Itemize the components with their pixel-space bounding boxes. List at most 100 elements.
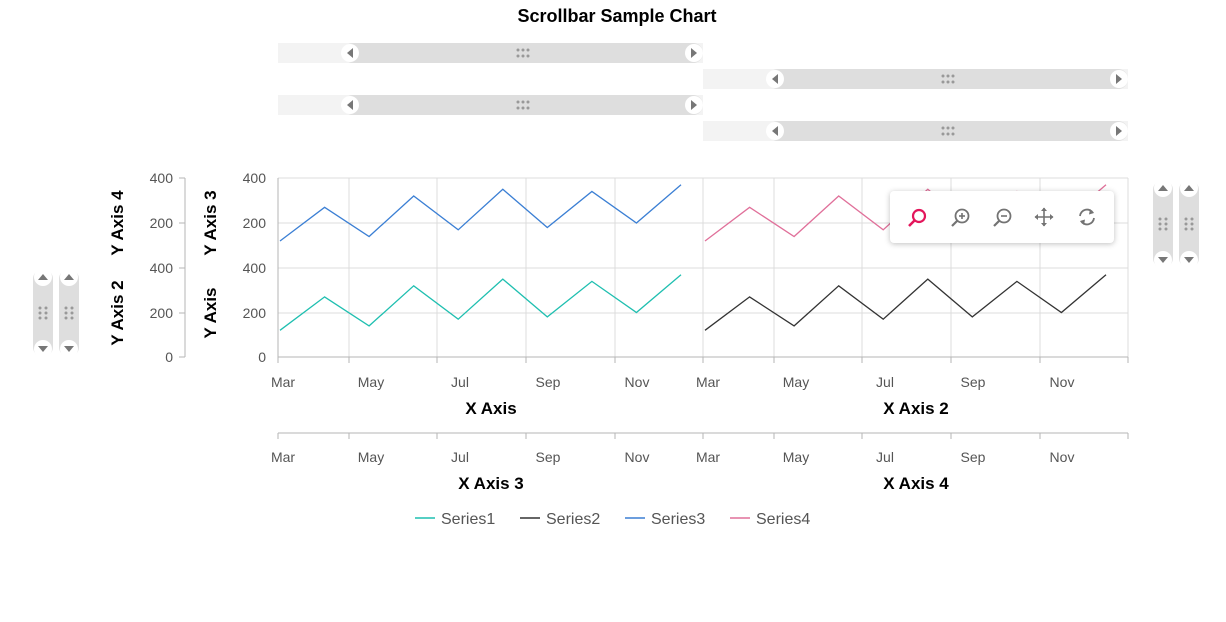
x-axis-3-tick-label: Nov: [625, 449, 650, 465]
scrollbar-thumb[interactable]: [768, 121, 1128, 141]
scrollbar-y-axis-2[interactable]: [33, 268, 53, 358]
scrollbar-x-axis[interactable]: [278, 95, 703, 115]
x-axis-tick-label: May: [358, 374, 384, 390]
grip-dot: [70, 316, 74, 320]
grip-dot: [526, 100, 530, 104]
x-axis-title: X Axis: [465, 399, 516, 418]
y-axis-title: Y Axis: [201, 287, 220, 338]
y-axis-3-tick-label: 200: [243, 215, 267, 231]
x-axis-4-tick-label: Sep: [961, 449, 986, 465]
grip-dot: [526, 54, 530, 58]
grip-dot: [946, 126, 950, 130]
y-axis-4-title: Y Axis 4: [108, 190, 127, 256]
grip-dot: [1158, 217, 1162, 221]
x-axis-tick-label: Jul: [451, 374, 469, 390]
grip-dot: [1164, 227, 1168, 231]
grip-dot: [1190, 222, 1194, 226]
scrollbar-x-axis-3[interactable]: [278, 43, 703, 63]
y-axis-2-tick-label: 0: [165, 349, 173, 365]
grip-dot: [941, 126, 945, 130]
scrollbar-y-axis[interactable]: [59, 268, 79, 358]
y-axis-tick-label: 200: [243, 305, 267, 321]
grip-dot: [516, 106, 520, 110]
x-axis-4-tick-label: May: [783, 449, 809, 465]
grip-dot: [521, 106, 525, 110]
grip-dot: [516, 54, 520, 58]
scrollbar-x-axis-4[interactable]: [703, 69, 1128, 89]
zoom-in-icon[interactable]: [943, 200, 977, 234]
y-axis-2-tick-label: 200: [150, 305, 174, 321]
x-axis-3-tick-label: Mar: [271, 449, 295, 465]
legend-item-series3[interactable]: Series3: [625, 511, 705, 528]
grip-dot: [1164, 217, 1168, 221]
grip-dot: [951, 80, 955, 84]
grip-dot: [1184, 217, 1188, 221]
scrollbar-x-axis-2[interactable]: [703, 121, 1128, 141]
y-axis-3-tick-label: 400: [243, 170, 267, 186]
grip-dot: [526, 106, 530, 110]
x-axis-2-tick-label: Sep: [961, 374, 986, 390]
series-line-series1: [279, 274, 682, 331]
legend-item-series4[interactable]: Series4: [730, 511, 810, 528]
grip-dot: [946, 132, 950, 136]
x-axis-3-title: X Axis 3: [458, 474, 524, 493]
scrollbar-thumb[interactable]: [768, 69, 1128, 89]
grip-dot: [38, 306, 42, 310]
x-axis-2-tick-label: Jul: [876, 374, 894, 390]
grip-dot: [44, 306, 48, 310]
scrollbar-thumb[interactable]: [343, 43, 703, 63]
y-axis-3-title: Y Axis 3: [201, 190, 220, 255]
grip-dot: [946, 80, 950, 84]
grip-dot: [1184, 222, 1188, 226]
legend[interactable]: Series1 Series2 Series3 Series4: [415, 511, 810, 528]
reset-icon[interactable]: [1070, 200, 1104, 234]
grip-dot: [521, 100, 525, 104]
grip-dot: [526, 48, 530, 52]
x-axis-3-tick-label: Jul: [451, 449, 469, 465]
legend-item-series1[interactable]: Series1: [415, 511, 495, 528]
scrollbar-y-axis-4[interactable]: [1153, 179, 1173, 269]
scrollbar-thumb[interactable]: [343, 95, 703, 115]
legend-label: Series1: [441, 511, 495, 528]
grip-dot: [941, 132, 945, 136]
scrollbar-y-axis-3[interactable]: [1179, 179, 1199, 269]
grip-dot: [516, 100, 520, 104]
y-axis-tick-label: 400: [243, 260, 267, 276]
series-line-series2: [704, 274, 1107, 331]
grip-dot: [64, 306, 68, 310]
legend-label: Series2: [546, 511, 600, 528]
grip-dot: [1190, 227, 1194, 231]
grip-dot: [521, 48, 525, 52]
x-axis-tick-label: Sep: [536, 374, 561, 390]
y-axis-tick-label: 0: [258, 349, 266, 365]
legend-item-series2[interactable]: Series2: [520, 511, 600, 528]
grip-dot: [1158, 227, 1162, 231]
zoom-icon[interactable]: [900, 200, 934, 234]
y-axis-2-title: Y Axis 2: [108, 280, 127, 345]
grip-dot: [38, 311, 42, 315]
grip-dot: [951, 126, 955, 130]
pan-icon[interactable]: [1027, 200, 1061, 234]
x-axis-tick-label: Mar: [271, 374, 295, 390]
grip-dot: [64, 311, 68, 315]
grip-dot: [70, 311, 74, 315]
grip-dot: [951, 74, 955, 78]
grip-dot: [44, 316, 48, 320]
x-axis-tick-label: Nov: [625, 374, 650, 390]
x-axis-2-tick-label: Nov: [1050, 374, 1075, 390]
zoom-toolbar: [890, 191, 1114, 243]
x-axis-4-tick-label: Jul: [876, 449, 894, 465]
y-axis-2-tick-label: 400: [150, 260, 174, 276]
x-axis-3-tick-label: Sep: [536, 449, 561, 465]
grip-dot: [1190, 217, 1194, 221]
grip-dot: [941, 74, 945, 78]
chart-canvas: Scrollbar Sample Chart Mar May Jul Sep Nov Ma…: [33, 6, 1199, 528]
legend-label: Series3: [651, 511, 705, 528]
grip-dot: [516, 48, 520, 52]
zoom-out-icon[interactable]: [985, 200, 1019, 234]
grip-dot: [64, 316, 68, 320]
x-axis-4-title: X Axis 4: [883, 474, 949, 493]
x-axis-4-tick-label: Mar: [696, 449, 720, 465]
grip-dot: [941, 80, 945, 84]
grip-dot: [1184, 227, 1188, 231]
